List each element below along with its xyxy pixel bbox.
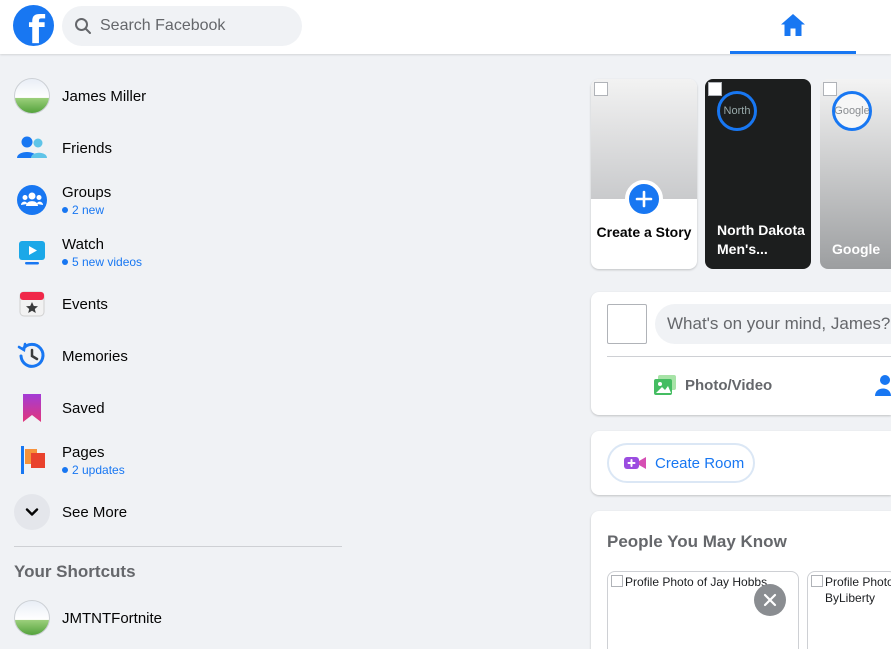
- composer-divider: [607, 356, 891, 357]
- home-icon: [780, 13, 806, 42]
- shortcuts-heading: Your Shortcuts: [14, 562, 136, 581]
- see-more-icon-wrap: [14, 494, 50, 530]
- events-icon: [14, 286, 50, 322]
- sidebar-item-profile[interactable]: James Miller: [8, 70, 348, 122]
- search-box[interactable]: [62, 6, 302, 46]
- broken-image-icon: [611, 575, 623, 587]
- sidebar-item-label: Saved: [62, 399, 105, 417]
- sidebar-item-label: Pages: [62, 443, 105, 461]
- sidebar-item-pages[interactable]: Pages 2 updates: [8, 434, 348, 486]
- photo-video-label: Photo/Video: [685, 376, 773, 394]
- sidebar-item-watch[interactable]: Watch 5 new videos: [8, 226, 348, 278]
- person-suggestion-card[interactable]: Profile Photo of Jay Hobbs: [607, 571, 799, 649]
- sidebar-item-label: See More: [62, 503, 128, 521]
- create-story-label: Create a Story: [596, 224, 692, 240]
- notification-badge: 5 new videos: [62, 255, 142, 269]
- create-room-label: Create Room: [655, 454, 745, 472]
- memories-icon: [14, 338, 50, 374]
- profile-photo: Profile Photo of Jay Hobbs: [611, 574, 767, 590]
- active-tab-indicator: [730, 51, 856, 54]
- left-sidebar: James Miller Friends Groups 2 new Watch …: [0, 54, 356, 649]
- broken-image-icon: [594, 82, 608, 96]
- sidebar-item-label: Friends: [62, 139, 113, 157]
- chevron-down-icon: [14, 494, 50, 530]
- broken-image-icon: [823, 82, 837, 96]
- people-you-may-know: People You May Know Profile Photo of Jay…: [591, 511, 891, 649]
- person-suggestion-card[interactable]: Profile Photo ByLiberty: [807, 571, 891, 649]
- shortcut-item[interactable]: JMTNTFortnite: [8, 592, 348, 644]
- sidebar-divider: [14, 546, 342, 547]
- profile-photo-alt: Profile Photo ByLiberty: [825, 575, 891, 605]
- friends-icon: [14, 130, 50, 166]
- section-title: People You May Know: [607, 532, 787, 551]
- broken-image-icon: [708, 82, 722, 96]
- top-navigation-bar: f: [0, 0, 891, 54]
- story-title: North Dakota Men's...: [717, 222, 805, 257]
- sidebar-item-label: Events: [62, 295, 108, 313]
- close-icon[interactable]: [754, 584, 786, 616]
- notification-badge: 2 new: [62, 203, 111, 217]
- photo-icon: [653, 374, 677, 396]
- sidebar-item-label: Watch: [62, 235, 104, 253]
- notification-badge: 2 updates: [62, 463, 125, 477]
- sidebar-item-label: Memories: [62, 347, 128, 365]
- whats-on-your-mind-input[interactable]: What's on your mind, James?: [655, 304, 891, 344]
- story-avatar-ring: North: [717, 91, 757, 131]
- sidebar-item-memories[interactable]: Memories: [8, 330, 348, 382]
- see-more-button[interactable]: See More: [8, 486, 348, 538]
- create-story-card[interactable]: Create a Story: [591, 79, 697, 269]
- search-input[interactable]: [100, 17, 290, 35]
- sidebar-item-label: James Miller: [62, 87, 147, 105]
- sidebar-item-label: Groups: [62, 183, 112, 201]
- sidebar-item-friends[interactable]: Friends: [8, 122, 348, 174]
- saved-icon: [14, 390, 50, 426]
- sidebar-item-saved[interactable]: Saved: [8, 382, 348, 434]
- shortcut-label: JMTNTFortnite: [62, 609, 163, 627]
- sidebar-item-groups[interactable]: Groups 2 new: [8, 174, 348, 226]
- story-card[interactable]: North North Dakota Men's...: [705, 79, 811, 269]
- watch-icon: [14, 234, 50, 270]
- profile-photo: Profile Photo ByLiberty: [811, 574, 891, 606]
- profile-photo-alt: Profile Photo of Jay Hobbs: [625, 575, 768, 589]
- video-camera-plus-icon: [623, 455, 647, 471]
- notification-text: 2 new: [72, 202, 105, 217]
- search-icon: [74, 17, 92, 35]
- story-avatar-alt: North: [723, 105, 751, 117]
- facebook-logo[interactable]: f: [13, 5, 54, 46]
- facebook-logo-letter: f: [28, 8, 45, 46]
- tag-friends-icon[interactable]: [875, 374, 891, 401]
- notification-text: 2 updates: [72, 462, 125, 477]
- photo-video-button[interactable]: Photo/Video: [653, 370, 772, 400]
- avatar: [14, 600, 50, 636]
- story-avatar-alt: Google: [834, 105, 870, 117]
- notification-text: 5 new videos: [72, 254, 143, 269]
- broken-image-icon: [811, 575, 823, 587]
- sidebar-item-events[interactable]: Events: [8, 278, 348, 330]
- create-room-button[interactable]: Create Room: [607, 443, 755, 483]
- rooms-bar: Create Room: [591, 431, 891, 495]
- story-avatar-ring: Google: [832, 91, 872, 131]
- story-title: Google: [832, 241, 881, 257]
- post-composer: What's on your mind, James? Photo/Video: [591, 292, 891, 415]
- groups-icon: [14, 182, 50, 218]
- avatar: [607, 304, 647, 344]
- plus-icon: [625, 180, 663, 218]
- story-card[interactable]: Google Google: [820, 79, 891, 269]
- tab-home[interactable]: [730, 0, 856, 54]
- avatar: [14, 78, 50, 114]
- pages-icon: [14, 442, 50, 478]
